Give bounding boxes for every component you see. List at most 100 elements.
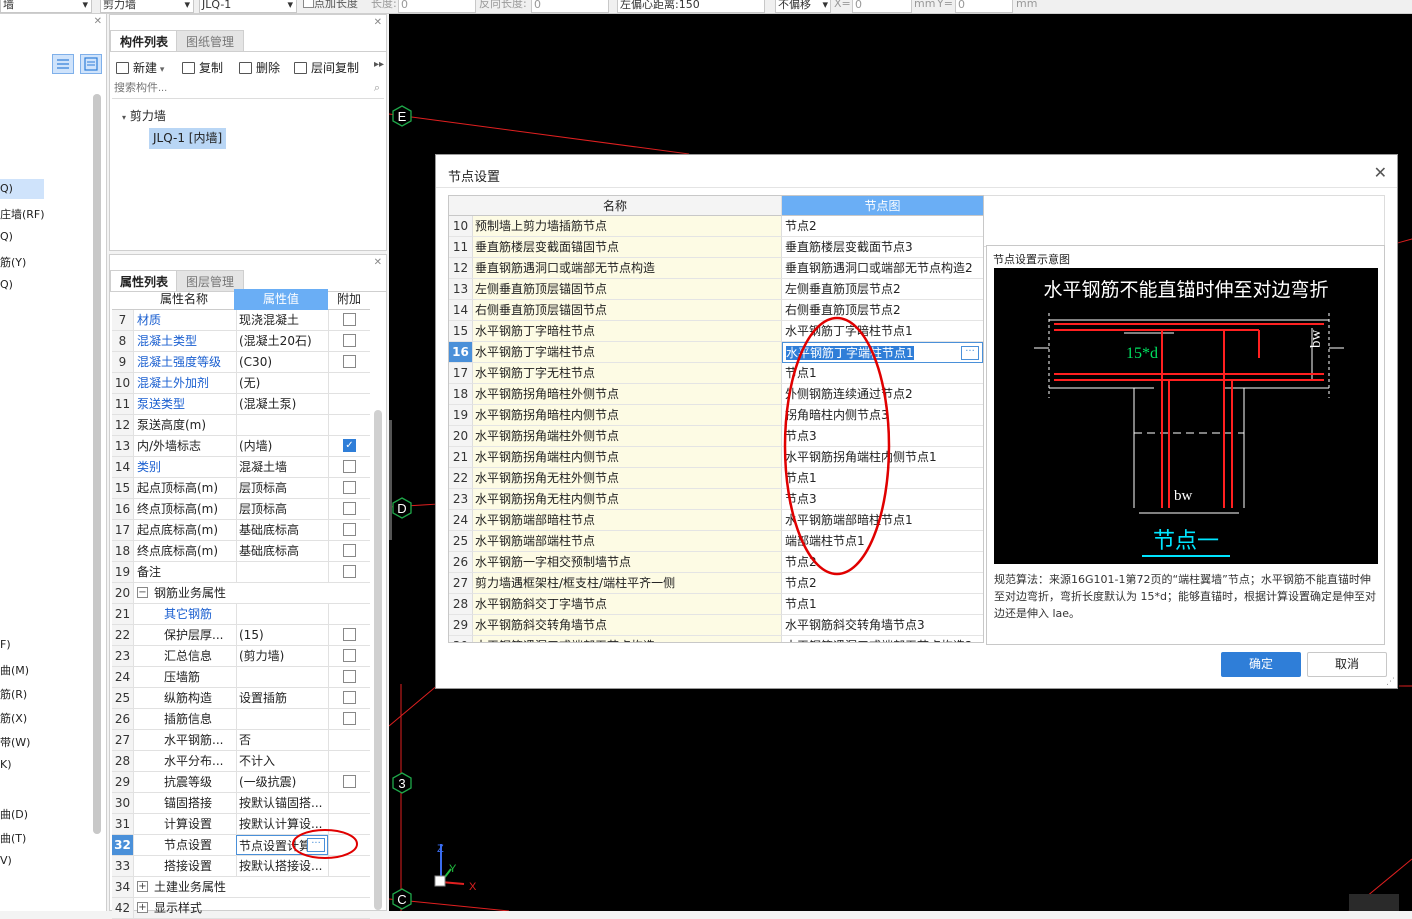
checkbox-icon[interactable] — [343, 313, 356, 326]
nav-item[interactable]: 筋(Y) — [0, 254, 26, 270]
reverse-length-input[interactable]: 0 — [531, 0, 609, 13]
node-value[interactable]: 垂直筋楼层变截面节点3 — [782, 237, 983, 258]
checkbox-icon[interactable] — [343, 334, 356, 347]
length-input[interactable]: 0 — [398, 0, 476, 13]
close-icon[interactable]: ✕ — [374, 257, 382, 268]
left-offset-field[interactable]: 左偏心距离:150 — [617, 0, 765, 13]
delete-button[interactable]: 删除 — [239, 59, 280, 76]
node-row[interactable]: 22 水平钢筋拐角无柱外侧节点 节点1 — [449, 468, 983, 489]
nav-item[interactable]: Q) — [0, 278, 13, 291]
col-value-header[interactable]: 属性值 — [234, 289, 328, 310]
property-value[interactable]: 层顶标高 — [236, 478, 328, 498]
property-value[interactable]: (一级抗震) — [236, 772, 328, 792]
scrollbar-thumb[interactable] — [374, 410, 382, 910]
checkbox-icon[interactable] — [343, 775, 356, 788]
copy-button[interactable]: 复制 — [182, 59, 223, 76]
nav-item[interactable]: 曲(M) — [0, 662, 29, 678]
list-view-icon[interactable] — [52, 54, 74, 74]
property-row[interactable]: 19 备注 — [112, 562, 370, 583]
property-row[interactable]: 21 其它钢筋 — [112, 604, 370, 625]
property-value[interactable]: (C30) — [236, 352, 328, 372]
node-row[interactable]: 12 垂直钢筋遇洞口或端部无节点构造 垂直钢筋遇洞口或端部无节点构造2 — [449, 258, 983, 279]
tree-root[interactable]: ▾ 剪力墙 — [122, 107, 166, 124]
add-length-checkbox[interactable]: 点加长度 — [303, 0, 358, 13]
offset-mode-select[interactable]: 不偏移 ▾ — [775, 0, 831, 13]
nav-item[interactable]: 曲(T) — [0, 830, 26, 846]
node-row[interactable]: 18 水平钢筋拐角暗柱外侧节点 外侧钢筋连续通过节点2 — [449, 384, 983, 405]
ellipsis-icon[interactable]: ··· — [961, 346, 979, 360]
search-box[interactable]: ⌕ — [112, 80, 384, 99]
property-value[interactable] — [236, 709, 328, 729]
node-value[interactable]: 节点1 — [782, 594, 983, 615]
checkbox-icon[interactable] — [343, 628, 356, 641]
property-value[interactable] — [236, 667, 328, 687]
checkbox-checked-icon[interactable]: ✓ — [343, 439, 356, 452]
floor-copy-button[interactable]: 层间复制 — [294, 59, 359, 76]
nav-item[interactable]: 筋(X) — [0, 710, 27, 726]
nav-item[interactable]: 筋(R) — [0, 686, 27, 702]
node-value[interactable]: 左侧垂直筋顶层节点2 — [782, 279, 983, 300]
property-row[interactable]: 42 + 显示样式 — [112, 898, 370, 919]
property-row[interactable]: 23 汇总信息 (剪力墙) — [112, 646, 370, 667]
checkbox-icon[interactable] — [343, 712, 356, 725]
property-value[interactable]: 层顶标高 — [236, 499, 328, 519]
property-value[interactable]: (15) — [236, 625, 328, 645]
expand-icon[interactable]: + — [137, 881, 148, 892]
collapse-icon[interactable]: − — [137, 587, 148, 598]
nav-item[interactable]: V) — [0, 854, 12, 867]
detail-view-icon[interactable] — [80, 54, 102, 74]
property-row[interactable]: 10 混凝土外加剂 (无) — [112, 373, 370, 394]
property-row[interactable]: 7 材质 现浇混凝土 — [112, 310, 370, 331]
node-row[interactable]: 13 左侧垂直筋顶层锚固节点 左侧垂直筋顶层节点2 — [449, 279, 983, 300]
property-row[interactable]: 16 终点顶标高(m) 层顶标高 — [112, 499, 370, 520]
node-value[interactable]: 节点2 — [782, 216, 983, 237]
node-row[interactable]: 27 剪力墙遇框架柱/框支柱/端柱平齐一侧 节点2 — [449, 573, 983, 594]
node-row[interactable]: 16 水平钢筋丁字端柱节点 水平钢筋丁字端柱节点1 ··· — [449, 342, 983, 363]
property-row[interactable]: 25 纵筋构造 设置插筋 — [112, 688, 370, 709]
checkbox-icon[interactable] — [343, 670, 356, 683]
property-value[interactable]: (剪力墙) — [236, 646, 328, 666]
more-icon[interactable]: ▸▸ — [374, 59, 384, 70]
x-input[interactable]: 0 — [852, 0, 912, 13]
node-row[interactable]: 23 水平钢筋拐角无柱内侧节点 节点3 — [449, 489, 983, 510]
checkbox-icon[interactable] — [343, 544, 356, 557]
property-value[interactable]: (内墙) — [236, 436, 328, 456]
close-icon[interactable]: ✕ — [1374, 163, 1387, 182]
expand-icon[interactable]: + — [137, 902, 148, 913]
nav-item[interactable]: 庄墙(RF) — [0, 206, 45, 222]
property-value[interactable]: 基础底标高 — [236, 541, 328, 561]
property-value[interactable] — [236, 415, 328, 435]
checkbox-icon[interactable] — [343, 523, 356, 536]
scrollbar-thumb[interactable] — [93, 94, 101, 834]
node-row[interactable]: 25 水平钢筋端部端柱节点 端部端柱节点1 — [449, 531, 983, 552]
node-row[interactable]: 14 右侧垂直筋顶层锚固节点 右侧垂直筋顶层节点2 — [449, 300, 983, 321]
property-row[interactable]: 12 泵送高度(m) — [112, 415, 370, 436]
node-row[interactable]: 21 水平钢筋拐角端柱内侧节点 水平钢筋拐角端柱内侧节点1 — [449, 447, 983, 468]
property-row[interactable]: 29 抗震等级 (一级抗震) — [112, 772, 370, 793]
splitter-handle[interactable] — [389, 420, 392, 540]
nav-item[interactable]: Q) — [0, 230, 13, 243]
property-value[interactable]: 设置插筋 — [236, 688, 328, 708]
property-row[interactable]: 14 类别 混凝土墙 — [112, 457, 370, 478]
property-row[interactable]: 15 起点顶标高(m) 层顶标高 — [112, 478, 370, 499]
property-value[interactable]: 按默认锚固搭... — [236, 793, 328, 813]
node-row[interactable]: 19 水平钢筋拐角暗柱内侧节点 拐角暗柱内侧节点3 — [449, 405, 983, 426]
property-value[interactable]: 否 — [236, 730, 328, 750]
property-row[interactable]: 24 压墙筋 — [112, 667, 370, 688]
property-row[interactable]: 28 水平分布... 不计入 — [112, 751, 370, 772]
property-value[interactable]: 基础底标高 — [236, 520, 328, 540]
node-value[interactable]: 水平钢筋遇洞口或端部无节点构造2 — [782, 636, 983, 642]
cancel-button[interactable]: 取消 — [1307, 652, 1387, 677]
property-row[interactable]: 8 混凝土类型 (混凝土20石) — [112, 331, 370, 352]
property-row[interactable]: 9 混凝土强度等级 (C30) — [112, 352, 370, 373]
property-value[interactable]: (混凝土泵) — [236, 394, 328, 414]
node-row[interactable]: 10 预制墙上剪力墙插筋节点 节点2 — [449, 216, 983, 237]
property-value[interactable]: (混凝土20石) — [236, 331, 328, 351]
node-row[interactable]: 17 水平钢筋丁字无柱节点 节点1 — [449, 363, 983, 384]
node-row[interactable]: 29 水平钢筋斜交转角墙节点 水平钢筋斜交转角墙节点3 — [449, 615, 983, 636]
checkbox-icon[interactable] — [343, 355, 356, 368]
close-icon[interactable]: ✕ — [94, 16, 102, 27]
checkbox-icon[interactable] — [343, 460, 356, 473]
close-icon[interactable]: ✕ — [374, 17, 382, 28]
y-input[interactable]: 0 — [955, 0, 1013, 13]
